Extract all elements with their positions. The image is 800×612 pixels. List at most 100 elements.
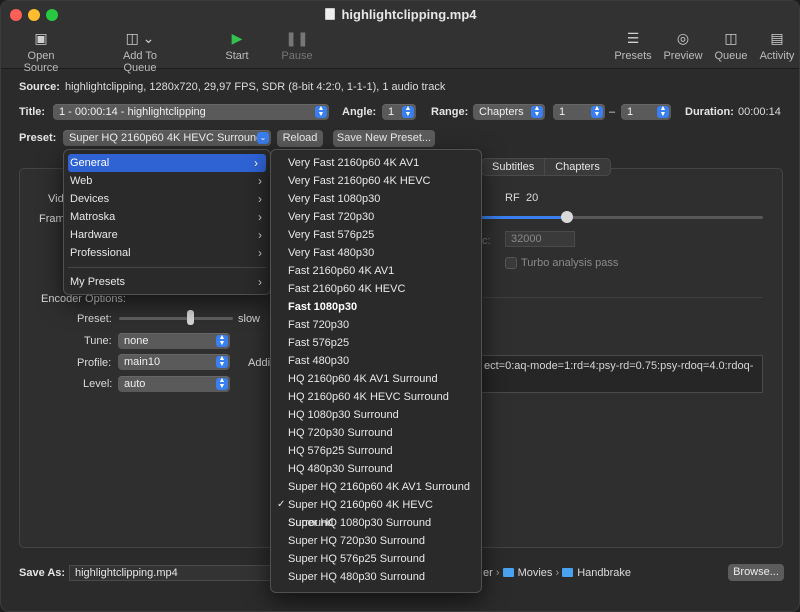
preset-menu-item[interactable]: Fast 2160p60 4K AV1 <box>271 262 481 280</box>
add-to-queue-button[interactable]: ◫ ⌄ Add To Queue <box>105 29 175 74</box>
chevron-right-icon: › <box>258 246 262 260</box>
title-select[interactable]: 1 - 00:00:14 - highlightclipping ▲ ▼ <box>53 104 329 120</box>
path-chevron-icon: › <box>495 567 500 579</box>
preset-menu-item[interactable]: HQ 720p30 Surround <box>271 424 481 442</box>
tune-label: Tune: <box>84 335 112 347</box>
eye-icon: ◎ <box>676 30 690 46</box>
updown-icon: ▲ ▼ <box>216 377 228 390</box>
range-start-select[interactable]: 1 ▲ ▼ <box>553 104 605 120</box>
framerate-label: Fram <box>39 213 65 225</box>
preset-menu-item-label: Fast 480p30 <box>288 355 350 367</box>
preset-label: Preset: <box>19 132 57 144</box>
preset-menu-item-label: Super HQ 720p30 Surround <box>288 535 425 547</box>
preset-menu-item[interactable]: Fast 576p25 <box>271 334 481 352</box>
preset-menu-item-label: Very Fast 480p30 <box>288 247 375 259</box>
preset-menu-item[interactable]: Fast 720p30 <box>271 316 481 334</box>
presets-button[interactable]: ☰ Presets <box>613 29 653 62</box>
activity-label: Activity <box>759 50 795 62</box>
queue-button[interactable]: ◫ Queue <box>713 29 749 62</box>
preset-menu-item[interactable]: HQ 576p25 Surround <box>271 442 481 460</box>
preset-menu-item-label: HQ 2160p60 4K AV1 Surround <box>288 373 438 385</box>
document-icon <box>325 8 336 20</box>
preset-menu-item[interactable]: HQ 480p30 Surround <box>271 460 481 478</box>
add-to-queue-icon: ◫ ⌄ <box>125 30 155 46</box>
duration-value: 00:00:14 <box>738 106 781 118</box>
avg-bitrate-input[interactable]: 32000 <box>505 231 575 247</box>
activity-button[interactable]: ▤ Activity <box>757 29 797 62</box>
preset-menu-item[interactable]: Very Fast 720p30 <box>271 208 481 226</box>
preset-menu-item-label: HQ 720p30 Surround <box>288 427 393 439</box>
menu-item-hardware[interactable]: Hardware › <box>64 226 270 244</box>
range-end-select[interactable]: 1 ▲ ▼ <box>621 104 671 120</box>
preset-menu-item-label: HQ 2160p60 4K HEVC Surround <box>288 391 449 403</box>
queue-label: Queue <box>714 50 748 62</box>
preset-menu-item[interactable]: Fast 480p30 <box>271 352 481 370</box>
destination-path[interactable]: er › Movies › Handbrake <box>483 567 631 579</box>
tab-subtitles[interactable]: Subtitles <box>482 159 544 175</box>
preset-select[interactable]: Super HQ 2160p60 4K HEVC Surround ⌄ <box>63 130 271 146</box>
menu-item-matroska[interactable]: Matroska › <box>64 208 270 226</box>
duration-label: Duration: <box>685 106 734 118</box>
menu-item-label: Web <box>70 175 93 187</box>
start-button[interactable]: ▶ Start <box>221 29 253 62</box>
pause-label: Pause <box>281 50 313 62</box>
preset-menu-item[interactable]: HQ 2160p60 4K HEVC Surround <box>271 388 481 406</box>
preset-menu-item[interactable]: HQ 2160p60 4K AV1 Surround <box>271 370 481 388</box>
range-end-value: 1 <box>627 106 634 118</box>
menu-item-general[interactable]: General › <box>68 154 266 172</box>
preset-menu-item[interactable]: Very Fast 480p30 <box>271 244 481 262</box>
menu-item-professional[interactable]: Professional › <box>64 244 270 262</box>
level-select-value: auto <box>124 378 146 390</box>
pause-button[interactable]: ❚❚ Pause <box>281 29 313 62</box>
preset-menu-item[interactable]: ✓ Super HQ 2160p60 4K HEVC Surround <box>271 496 481 529</box>
rf-value: 20 <box>526 192 539 204</box>
menu-item-label: Professional <box>70 247 131 259</box>
preset-menu-item[interactable]: Super HQ 480p30 Surround <box>271 568 481 586</box>
preview-label: Preview <box>663 50 703 62</box>
preset-submenu: Very Fast 2160p60 4K AV1 Very Fast 2160p6… <box>270 149 482 593</box>
tune-select[interactable]: none ▲ ▼ <box>118 333 230 349</box>
path-chevron-icon: › <box>555 567 560 579</box>
tab-chapters[interactable]: Chapters <box>544 159 610 175</box>
updown-icon: ▲ ▼ <box>657 105 669 118</box>
profile-select[interactable]: main10 ▲ ▼ <box>118 354 230 370</box>
preset-menu-item[interactable]: Super HQ 2160p60 4K AV1 Surround <box>271 478 481 496</box>
browse-button[interactable]: Browse... <box>728 564 784 581</box>
reload-button[interactable]: Reload <box>277 130 323 147</box>
level-select[interactable]: auto ▲ ▼ <box>118 376 230 392</box>
preset-menu-item[interactable]: Very Fast 2160p60 4K AV1 <box>271 154 481 172</box>
preset-menu-item[interactable]: Fast 2160p60 4K HEVC <box>271 280 481 298</box>
film-icon: ▣ <box>34 30 48 46</box>
open-source-button[interactable]: ▣ Open Source <box>9 29 73 74</box>
preview-button[interactable]: ◎ Preview <box>662 29 704 62</box>
preset-menu-item[interactable]: Fast 1080p30 <box>271 298 481 316</box>
preset-menu-item-label: Very Fast 2160p60 4K HEVC <box>288 175 431 187</box>
encoder-preset-slider-knob[interactable] <box>187 310 194 325</box>
menu-item-web[interactable]: Web › <box>64 172 270 190</box>
preset-menu-item[interactable]: Very Fast 2160p60 4K HEVC <box>271 172 481 190</box>
menu-item-devices[interactable]: Devices › <box>64 190 270 208</box>
open-source-label: Open Source <box>23 50 59 74</box>
checkmark-icon: ✓ <box>277 499 286 510</box>
queue-icon: ◫ <box>724 30 738 46</box>
range-type-select[interactable]: Chapters ▲ ▼ <box>473 104 545 120</box>
pause-icon: ❚❚ <box>285 30 309 46</box>
preset-menu-item[interactable]: Very Fast 1080p30 <box>271 190 481 208</box>
angle-select[interactable]: 1 ▲ ▼ <box>382 104 416 120</box>
preset-menu-item[interactable]: Super HQ 720p30 Surround <box>271 532 481 550</box>
encoder-preset-slider-track[interactable] <box>119 317 233 320</box>
preset-menu-item[interactable]: HQ 1080p30 Surround <box>271 406 481 424</box>
save-as-label: Save As: <box>19 567 66 579</box>
quality-slider-knob[interactable] <box>561 211 573 223</box>
preset-menu-item[interactable]: Super HQ 576p25 Surround <box>271 550 481 568</box>
save-as-input[interactable]: highlightclipping.mp4 <box>69 565 279 581</box>
preset-menu-item[interactable]: Very Fast 576p25 <box>271 226 481 244</box>
menu-item-my-presets[interactable]: My Presets › <box>64 273 270 291</box>
preset-menu-item-label: Very Fast 1080p30 <box>288 193 381 205</box>
preset-menu-item[interactable]: Super HQ 1080p30 Surround <box>271 514 481 532</box>
turbo-checkbox[interactable] <box>505 257 517 269</box>
save-new-preset-button[interactable]: Save New Preset... <box>333 130 435 147</box>
updown-icon: ▲ ▼ <box>531 105 543 118</box>
range-type-value: Chapters <box>479 106 524 118</box>
preset-menu-item-label: Super HQ 576p25 Surround <box>288 553 425 565</box>
